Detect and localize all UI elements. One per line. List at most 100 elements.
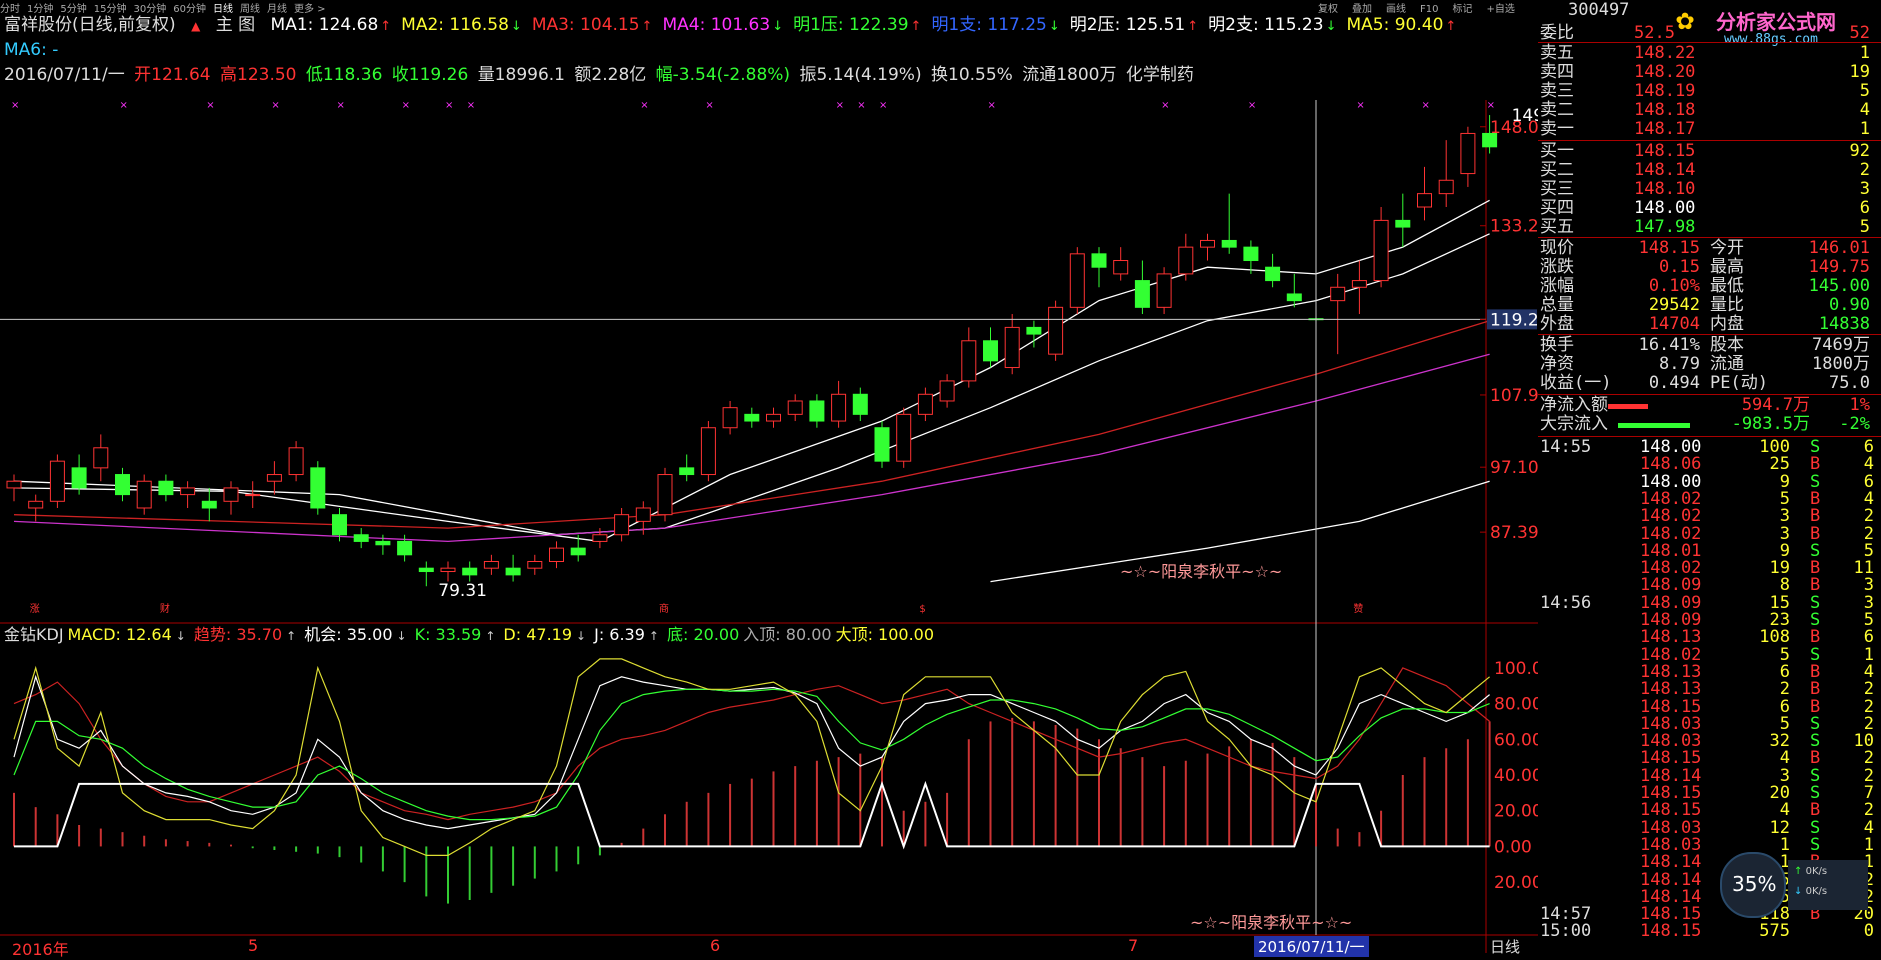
buy-volume: 6 xyxy=(1859,198,1870,218)
kdj-y-tick-label: 20.00 xyxy=(1494,873,1538,893)
candle-body xyxy=(1351,280,1367,288)
stat-label: 最高 xyxy=(1710,257,1744,277)
tick-time: 14:55 xyxy=(1540,437,1592,457)
stat-value: 14704 xyxy=(1648,314,1700,334)
kdj-y-tick-label: 0.00 xyxy=(1494,837,1532,857)
candle-body xyxy=(310,467,326,509)
kdj-annotation: ~☆~阳泉李秋平~☆~ xyxy=(1190,913,1353,932)
candle-body xyxy=(375,540,391,546)
candle-body xyxy=(917,393,933,415)
signal-label: $ xyxy=(919,604,925,615)
buy-label: 买一 xyxy=(1540,141,1574,161)
candle-body xyxy=(462,567,478,576)
candle-body xyxy=(1265,266,1281,282)
sell-volume: 1 xyxy=(1859,43,1870,63)
candle-body xyxy=(852,393,868,415)
main-annotation: ~☆~阳泉李秋平~☆~ xyxy=(1120,562,1283,581)
candle-body xyxy=(288,447,304,476)
sell-label: 卖一 xyxy=(1540,119,1574,139)
indicator-label-7: 底: 20.00 xyxy=(666,625,740,644)
period-label: 日线 xyxy=(1490,938,1521,956)
signal-label: 涨 xyxy=(30,603,40,615)
stat-label: 外盘 xyxy=(1540,314,1574,334)
sell-label: 卖二 xyxy=(1540,100,1574,120)
signal-marker: × xyxy=(337,100,345,111)
indicator-label-5: D: 47.19 xyxy=(503,625,573,644)
candle-body xyxy=(787,400,803,415)
arrow-icon: ↑ xyxy=(485,629,496,643)
stat-value: 148.15 xyxy=(1638,238,1700,258)
buy-label: 买三 xyxy=(1540,179,1574,199)
candle-body xyxy=(1113,260,1129,275)
panel-separator xyxy=(1538,42,1881,43)
flow-label: 大宗流入 xyxy=(1540,414,1608,434)
sell-label: 卖四 xyxy=(1540,62,1574,82)
candle-body xyxy=(136,480,152,509)
buy-label: 买四 xyxy=(1540,198,1574,218)
signal-marker: × xyxy=(1422,100,1430,111)
candle-body xyxy=(527,560,543,569)
x-label-jun: 6 xyxy=(710,936,721,955)
candle-body xyxy=(223,487,239,502)
tick-volume: 575 xyxy=(1759,921,1790,942)
signal-label: 赞 xyxy=(1353,602,1363,615)
stat-value: 16.41% xyxy=(1638,335,1700,355)
candle-body xyxy=(1330,286,1346,302)
stat-value: 29542 xyxy=(1648,295,1700,315)
arrow-icon: ↓ xyxy=(396,629,407,643)
signal-marker: × xyxy=(120,100,128,111)
flow-bar xyxy=(1618,423,1690,428)
candle-body xyxy=(809,400,825,422)
x-label-year: 2016年 xyxy=(12,940,69,959)
chart-area[interactable]: 87.3997.10107.9119.2133.2148.0119.2149.7… xyxy=(0,0,1538,953)
arrow-icon: ↓ xyxy=(576,629,587,643)
stat-value: 0.494 xyxy=(1648,373,1700,393)
flow-value: -983.5万 xyxy=(1731,414,1810,434)
candle-body xyxy=(961,340,977,382)
candle-body xyxy=(397,540,413,556)
indicator-label-9: 大顶: 100.00 xyxy=(835,625,935,644)
candle-body xyxy=(1243,246,1259,262)
stat-value: 0.10% xyxy=(1648,276,1700,296)
candle-body xyxy=(614,514,630,536)
sell-label: 卖三 xyxy=(1540,81,1574,101)
stat-label: 涨跌 xyxy=(1540,257,1574,277)
stat-label: 量比 xyxy=(1710,295,1744,315)
net-speed-widget[interactable]: 35% xyxy=(1720,852,1786,918)
signal-marker: × xyxy=(402,100,410,111)
sell-price: 148.22 xyxy=(1634,43,1696,63)
candle-body xyxy=(332,514,347,536)
candle-body xyxy=(570,547,586,556)
candle-body xyxy=(1200,239,1215,248)
buy-price: 148.15 xyxy=(1634,141,1696,161)
stat-label: 总量 xyxy=(1540,295,1574,315)
quote-panel: 300497 ✿ 分析家公式网 www.88gs.com 委比 52.5 52 卖五 1… xyxy=(1538,0,1881,953)
signal-marker: × xyxy=(879,100,887,111)
kdj-y-tick-label: 100.0 xyxy=(1494,659,1538,679)
signal-marker: × xyxy=(271,100,279,111)
candle-body xyxy=(1417,193,1432,208)
net-percent: 35% xyxy=(1732,872,1777,896)
candle-body xyxy=(1373,219,1389,282)
candle-body xyxy=(158,480,174,496)
candle-body xyxy=(1004,326,1020,369)
stat-value: 14838 xyxy=(1818,314,1870,334)
stat-value: 0.90 xyxy=(1829,295,1870,315)
candle-body xyxy=(1286,293,1302,302)
tick-price: 148.15 xyxy=(1640,921,1702,942)
stat-label: 净资 xyxy=(1540,354,1574,374)
candle-body xyxy=(766,413,781,422)
sell-volume: 19 xyxy=(1849,62,1870,82)
candle-body xyxy=(831,393,847,422)
arrow-icon: ↓ xyxy=(175,629,186,643)
candle-body xyxy=(896,413,912,462)
upload-speed: ↑ 0K/s xyxy=(1794,866,1828,877)
candle-body xyxy=(1048,306,1064,355)
stat-label: 换手 xyxy=(1540,335,1574,355)
kdj-pane: 100.0 80.00 60.00 40.00 20.00 0.00 20.00 xyxy=(13,658,1538,904)
signal-marker: × xyxy=(640,100,648,111)
stock-code: 300497 xyxy=(1568,0,1630,20)
kdj-y-tick-label: 80.00 xyxy=(1494,695,1538,715)
indicator-label-0: 金钻KDJ xyxy=(4,625,64,644)
candle-body xyxy=(93,447,109,469)
